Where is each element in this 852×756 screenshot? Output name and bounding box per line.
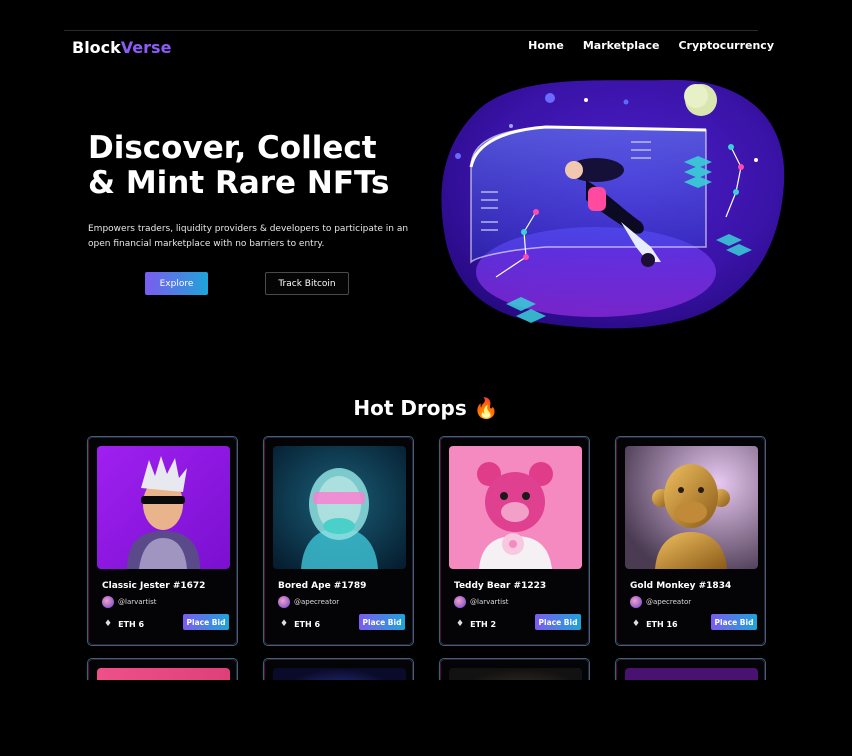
nft-image-jester[interactable] bbox=[97, 446, 230, 569]
nft-image-teddy-bear[interactable] bbox=[449, 446, 582, 569]
ethereum-icon: ♦ bbox=[456, 619, 465, 629]
nft-creator[interactable]: @larvartist bbox=[454, 596, 509, 608]
creator-handle: @larvartist bbox=[470, 598, 509, 606]
place-bid-button[interactable]: Place Bid bbox=[359, 614, 405, 630]
nft-name[interactable]: Bored Ape #1789 bbox=[278, 581, 366, 591]
creator-handle: @larvartist bbox=[118, 598, 157, 606]
hero-title-line2: & Mint Rare NFTs bbox=[88, 165, 390, 201]
avatar bbox=[454, 596, 466, 608]
page: BlockVerse Home Marketplace Cryptocurren… bbox=[0, 0, 852, 756]
hero-title-line1: Discover, Collect bbox=[88, 130, 377, 166]
nft-image-gold-monkey[interactable] bbox=[625, 446, 758, 569]
top-nav: Home Marketplace Cryptocurrency bbox=[528, 39, 774, 52]
brand-logo[interactable]: BlockVerse bbox=[72, 38, 171, 57]
page-bottom bbox=[0, 680, 852, 756]
ethereum-icon: ♦ bbox=[632, 619, 641, 629]
place-bid-button[interactable]: Place Bid bbox=[711, 614, 757, 630]
nft-card[interactable]: Teddy Bear #1223 @larvartist ♦ ETH 2 Pla… bbox=[439, 436, 590, 646]
fire-icon: 🔥 bbox=[473, 396, 499, 420]
nft-price: ♦ ETH 6 bbox=[280, 619, 320, 629]
nav-link-marketplace[interactable]: Marketplace bbox=[583, 39, 660, 52]
place-bid-button[interactable]: Place Bid bbox=[183, 614, 229, 630]
avatar bbox=[278, 596, 290, 608]
nft-image-bored-ape[interactable] bbox=[273, 446, 406, 569]
avatar bbox=[102, 596, 114, 608]
hot-drops-title-text: Hot Drops bbox=[353, 396, 467, 420]
nft-creator[interactable]: @apecreator bbox=[630, 596, 691, 608]
nft-price: ♦ ETH 2 bbox=[456, 619, 496, 629]
price-value: ETH 6 bbox=[118, 619, 145, 629]
creator-handle: @apecreator bbox=[294, 598, 340, 606]
price-value: ETH 6 bbox=[294, 619, 321, 629]
nft-creator[interactable]: @larvartist bbox=[102, 596, 157, 608]
hero-title: Discover, Collect & Mint Rare NFTs bbox=[88, 131, 418, 201]
avatar bbox=[630, 596, 642, 608]
nft-price: ♦ ETH 16 bbox=[632, 619, 678, 629]
place-bid-button[interactable]: Place Bid bbox=[535, 614, 581, 630]
hero-description: Empowers traders, liquidity providers & … bbox=[88, 224, 409, 249]
nft-name[interactable]: Teddy Bear #1223 bbox=[454, 581, 546, 591]
nft-card[interactable]: Gold Monkey #1834 @apecreator ♦ ETH 16 P… bbox=[615, 436, 766, 646]
hero-illustration bbox=[441, 79, 785, 329]
nft-name[interactable]: Gold Monkey #1834 bbox=[630, 581, 731, 591]
ethereum-icon: ♦ bbox=[280, 619, 289, 629]
brand-logo-part1: Block bbox=[72, 38, 121, 57]
price-value: ETH 16 bbox=[646, 619, 678, 629]
nft-creator[interactable]: @apecreator bbox=[278, 596, 339, 608]
explore-button[interactable]: Explore bbox=[145, 272, 208, 295]
hot-drops-title: Hot Drops 🔥 bbox=[0, 396, 852, 420]
track-bitcoin-button[interactable]: Track Bitcoin bbox=[265, 272, 349, 295]
ethereum-icon: ♦ bbox=[104, 619, 113, 629]
nft-card[interactable]: Bored Ape #1789 @apecreator ♦ ETH 6 Plac… bbox=[263, 436, 414, 646]
header-divider bbox=[64, 30, 758, 31]
nav-link-home[interactable]: Home bbox=[528, 39, 564, 52]
price-value: ETH 2 bbox=[470, 619, 497, 629]
nav-link-cryptocurrency[interactable]: Cryptocurrency bbox=[678, 39, 774, 52]
creator-handle: @apecreator bbox=[646, 598, 692, 606]
nft-card[interactable]: Classic Jester #1672 @larvartist ♦ ETH 6… bbox=[87, 436, 238, 646]
nft-price: ♦ ETH 6 bbox=[104, 619, 144, 629]
nft-name[interactable]: Classic Jester #1672 bbox=[102, 581, 205, 591]
brand-logo-part2: Verse bbox=[120, 38, 172, 57]
